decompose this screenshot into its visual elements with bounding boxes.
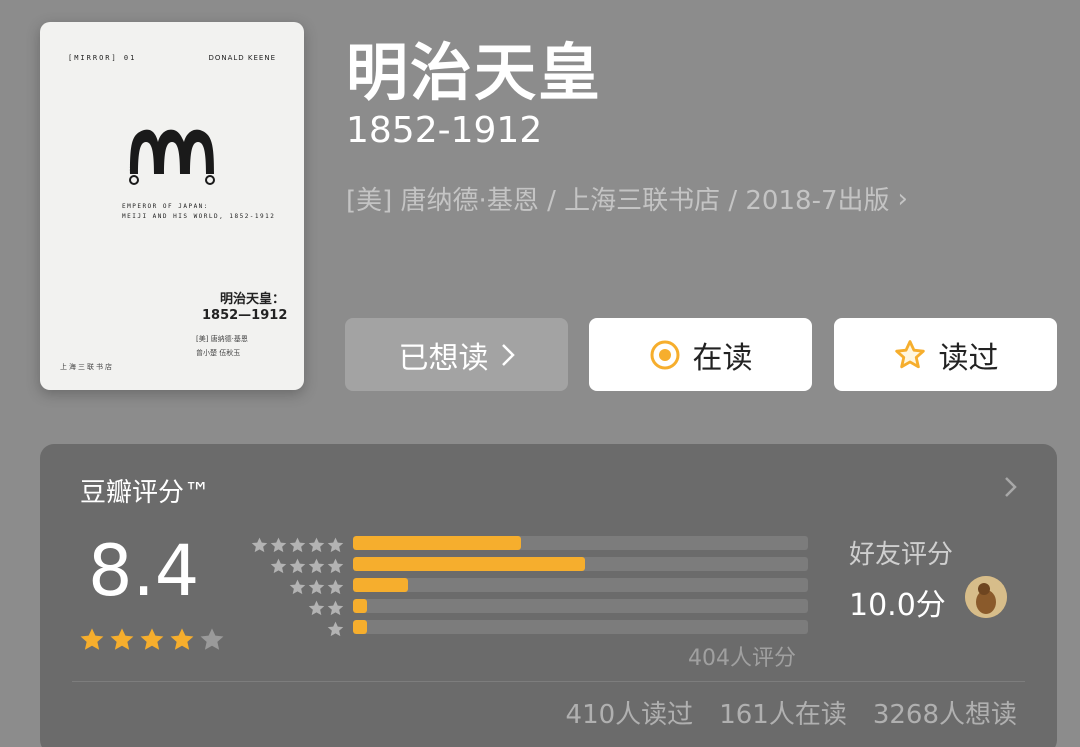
- rating-bar-fill: [353, 557, 586, 571]
- book-meta-link[interactable]: [美] 唐纳德·基恩 / 上海三联书店 / 2018-7出版 ›: [346, 180, 908, 217]
- row-stars: [269, 557, 345, 576]
- friend-rating-score: 10.0分: [849, 588, 946, 623]
- cover-publisher: 上海三联书店: [60, 363, 114, 371]
- rating-row-4-star: [245, 555, 815, 576]
- stat-read[interactable]: 410人读过: [566, 694, 694, 731]
- star-filled-icon: [110, 628, 134, 650]
- star-small-icon: [327, 537, 344, 553]
- rating-score: 8.4: [88, 530, 200, 612]
- star-filled-icon: [170, 628, 194, 650]
- chevron-right-icon: [501, 343, 515, 366]
- rating-count: 404人评分: [688, 646, 796, 671]
- rating-bar-track: [353, 620, 808, 634]
- row-stars: [250, 536, 345, 555]
- reader-stats: 410人读过 161人在读 3268人想读: [566, 694, 1017, 731]
- star-small-icon: [270, 537, 287, 553]
- rating-bar-track: [353, 578, 808, 592]
- rating-distribution: [245, 534, 815, 639]
- rating-bar-track: [353, 536, 808, 550]
- rating-panel[interactable]: 豆瓣评分™ 8.4 404人评分 好友评分 10.0分 410人读过 161人在…: [40, 444, 1057, 747]
- book-subtitle: 1852-1912: [346, 110, 543, 151]
- avatar-image: [965, 576, 1007, 618]
- cover-subtitle-en: EMPEROR OF JAPAN: MEIJI AND HIS WORLD, 1…: [122, 203, 276, 220]
- have-read-label: 读过: [938, 340, 999, 376]
- stat-reading[interactable]: 161人在读: [719, 694, 847, 731]
- rating-bar-track: [353, 557, 808, 571]
- chevron-right-icon: [1005, 477, 1017, 497]
- reading-button[interactable]: 在读: [589, 318, 812, 391]
- rating-bar-fill: [353, 599, 367, 613]
- target-circle-icon: [650, 340, 679, 369]
- star-filled-icon: [80, 628, 104, 650]
- star-small-icon: [327, 579, 344, 595]
- star-empty-icon: [200, 628, 224, 650]
- have-read-button[interactable]: 读过: [834, 318, 1057, 391]
- star-outline-icon: [894, 339, 925, 368]
- avatar[interactable]: [965, 576, 1007, 618]
- star-small-icon: [251, 537, 268, 553]
- rating-row-3-star: [245, 576, 815, 597]
- rating-row-1-star: [245, 618, 815, 639]
- star-small-icon: [289, 558, 306, 574]
- rating-bar-fill: [353, 620, 367, 634]
- row-stars: [288, 578, 345, 597]
- rating-row-2-star: [245, 597, 815, 618]
- star-small-icon: [327, 600, 344, 616]
- friend-rating-label: 好友评分: [849, 540, 954, 570]
- star-small-icon: [308, 579, 325, 595]
- chevron-right-icon: ›: [897, 183, 908, 214]
- book-title: 明治天皇: [346, 36, 603, 109]
- star-small-icon: [327, 558, 344, 574]
- score-stars: [78, 626, 226, 654]
- want-to-read-button[interactable]: 已想读: [345, 318, 568, 391]
- cover-credit-author: [美] 唐纳德·基恩: [196, 335, 248, 343]
- reading-label: 在读: [692, 340, 753, 376]
- star-small-icon: [289, 579, 306, 595]
- star-small-icon: [327, 621, 344, 637]
- star-small-icon: [289, 537, 306, 553]
- divider: [72, 681, 1025, 682]
- rating-bar-fill: [353, 578, 408, 592]
- rating-label: 豆瓣评分™: [80, 478, 211, 508]
- star-small-icon: [270, 558, 287, 574]
- cover-series: [MIRROR] 01: [68, 54, 137, 62]
- star-filled-icon: [140, 628, 164, 650]
- cover-author: DONALD KEENE: [208, 54, 276, 62]
- star-small-icon: [308, 600, 325, 616]
- star-small-icon: [308, 558, 325, 574]
- cover-credit-translator: 曾小楚 伍秋玉: [196, 349, 241, 357]
- row-stars: [307, 599, 345, 618]
- stat-want[interactable]: 3268人想读: [873, 694, 1017, 731]
- rating-bar-track: [353, 599, 808, 613]
- star-small-icon: [308, 537, 325, 553]
- cover-m-logo-icon: [129, 129, 215, 185]
- rating-bar-fill: [353, 536, 522, 550]
- book-cover[interactable]: [MIRROR] 01 DONALD KEENE EMPEROR OF JAPA…: [40, 22, 304, 390]
- cover-title-cn: 明治天皇：: [220, 292, 286, 307]
- rating-row-5-star: [245, 534, 815, 555]
- cover-years-cn: 1852—1912: [202, 308, 288, 323]
- row-stars: [326, 620, 345, 639]
- book-meta-text: [美] 唐纳德·基恩 / 上海三联书店 / 2018-7出版: [346, 186, 890, 216]
- want-to-read-label: 已想读: [398, 340, 489, 376]
